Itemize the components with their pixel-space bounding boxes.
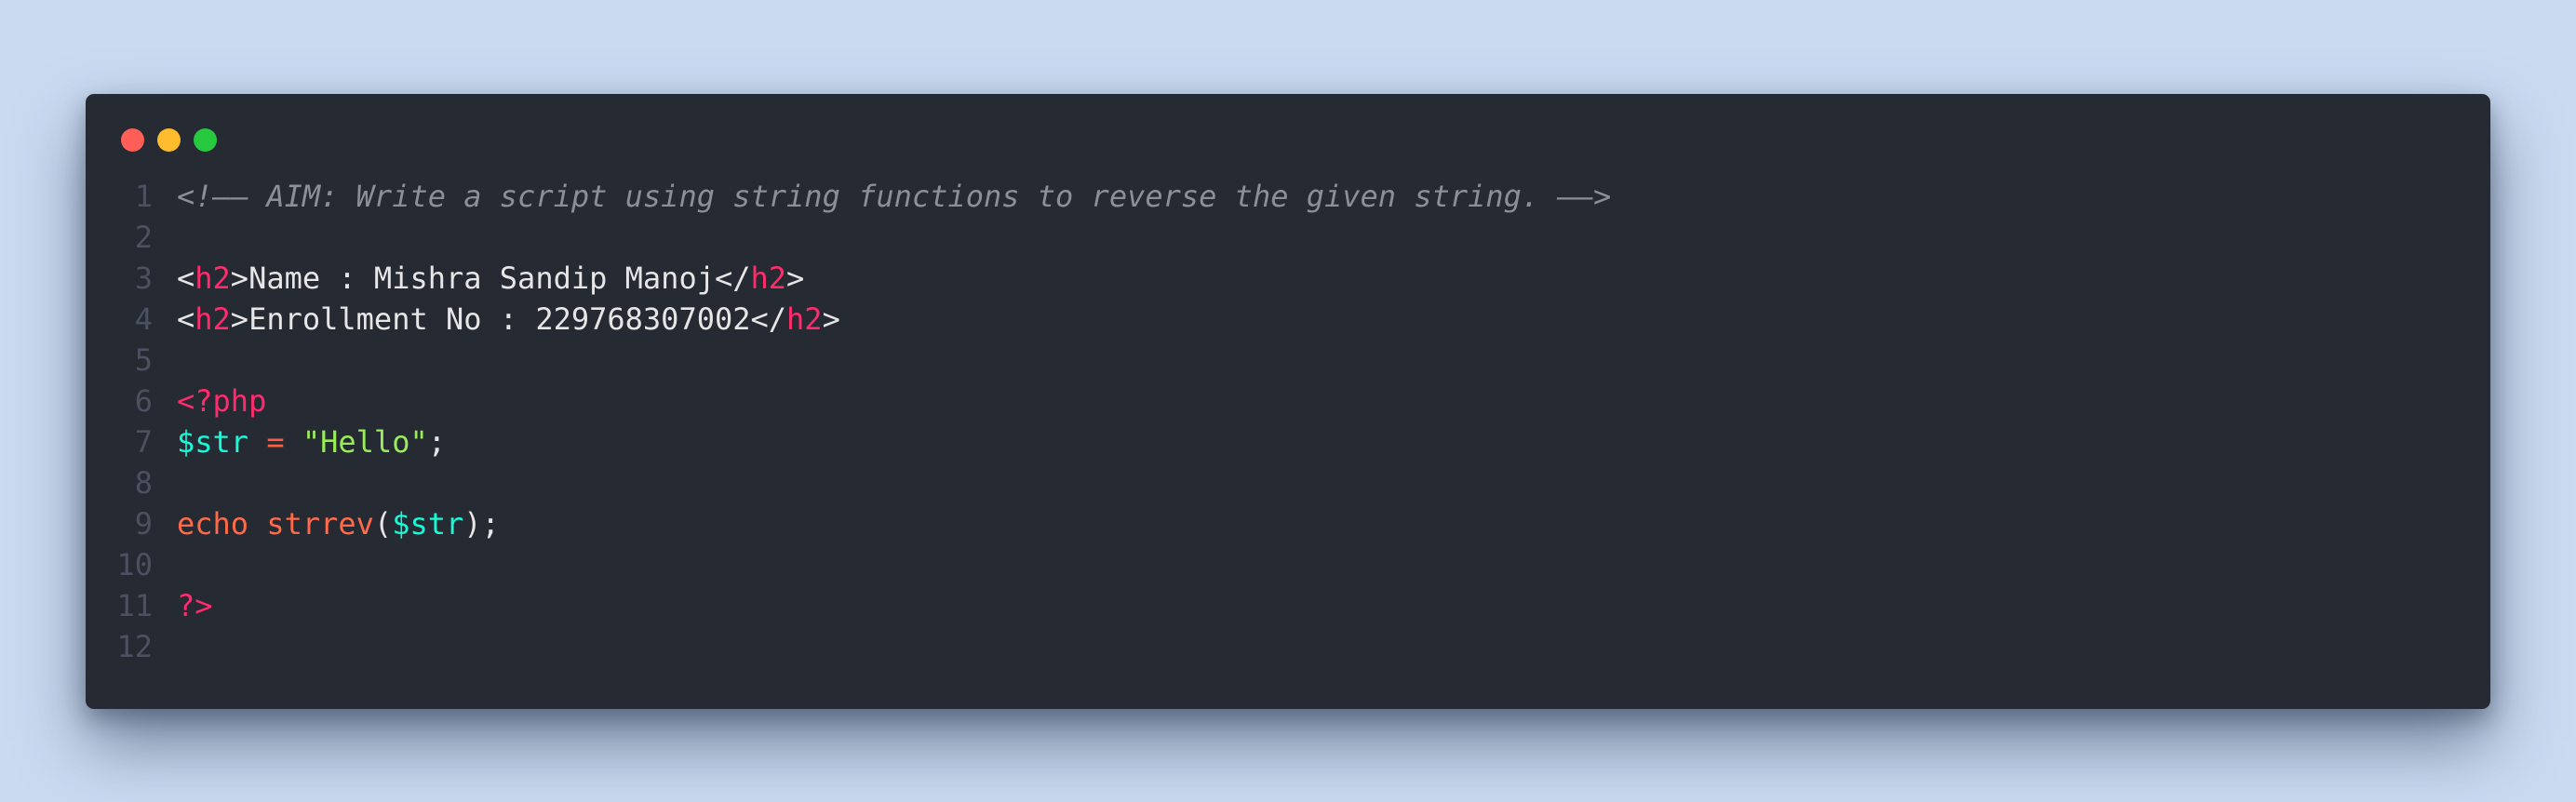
- line-number: 9: [134, 506, 153, 541]
- line-number: 11: [116, 588, 153, 623]
- semicolon: ;: [427, 424, 446, 460]
- line-number: 4: [134, 301, 153, 337]
- minimize-button[interactable]: [157, 128, 181, 152]
- tag-name: h2: [195, 261, 231, 296]
- tag-bracket: >: [230, 301, 249, 337]
- tag-bracket: >: [786, 261, 805, 296]
- line-number: 3: [134, 261, 153, 296]
- paren: );: [463, 506, 500, 541]
- code-line: 11 ?>: [86, 585, 2490, 626]
- string-literal: "Hello": [302, 424, 428, 460]
- maximize-button[interactable]: [194, 128, 217, 152]
- line-number: 5: [134, 342, 153, 378]
- tag-bracket: <: [177, 301, 195, 337]
- tag-bracket: <: [177, 261, 195, 296]
- code-line: 6 <?php: [86, 381, 2490, 421]
- window-controls: [121, 128, 217, 153]
- tag-bracket: </: [750, 301, 787, 337]
- line-number: 6: [134, 383, 153, 419]
- php-close-tag: ?>: [177, 588, 213, 623]
- code-line: 7 $str = "Hello";: [86, 421, 2490, 462]
- line-number: 2: [134, 220, 153, 255]
- code-line: 10: [86, 544, 2490, 585]
- line-number: 8: [134, 465, 153, 501]
- code-line: 1 <!–– AIM: Write a script using string …: [86, 176, 2490, 217]
- html-text: Name : Mishra Sandip Manoj: [248, 261, 715, 296]
- code-line: 5: [86, 340, 2490, 381]
- paren: (: [373, 506, 393, 541]
- code-line: 2: [86, 217, 2490, 258]
- code-line: 12: [86, 626, 2490, 667]
- operator: =: [266, 424, 285, 460]
- tag-name: h2: [750, 261, 787, 296]
- close-button[interactable]: [121, 128, 144, 152]
- php-open-tag: <?php: [177, 383, 267, 419]
- code-window: 1 <!–– AIM: Write a script using string …: [86, 94, 2490, 709]
- html-text: Enrollment No : 229768307002: [248, 301, 751, 337]
- code-editor[interactable]: 1 <!–– AIM: Write a script using string …: [86, 176, 2490, 667]
- comment-text: <!–– AIM: Write a script using string fu…: [177, 179, 1612, 214]
- variable: $str: [177, 424, 249, 460]
- keyword: echo: [177, 506, 249, 541]
- line-number: 12: [116, 629, 153, 664]
- line-number: 10: [116, 547, 153, 582]
- tag-bracket: >: [230, 261, 249, 296]
- tag-name: h2: [786, 301, 823, 337]
- line-number: 7: [134, 424, 153, 460]
- line-number: 1: [134, 179, 153, 214]
- code-line: 9 echo strrev($str);: [86, 503, 2490, 544]
- code-line: 3 < h2 > Name : Mishra Sandip Manoj </h2 >: [86, 258, 2490, 299]
- variable: $str: [392, 506, 464, 541]
- tag-name: h2: [195, 301, 231, 337]
- tag-bracket: </: [714, 261, 751, 296]
- tag-bracket: >: [822, 301, 840, 337]
- function-name: strrev: [266, 506, 374, 541]
- code-line: 8: [86, 462, 2490, 503]
- code-line: 4 < h2 > Enrollment No : 229768307002 </h2 >: [86, 299, 2490, 340]
